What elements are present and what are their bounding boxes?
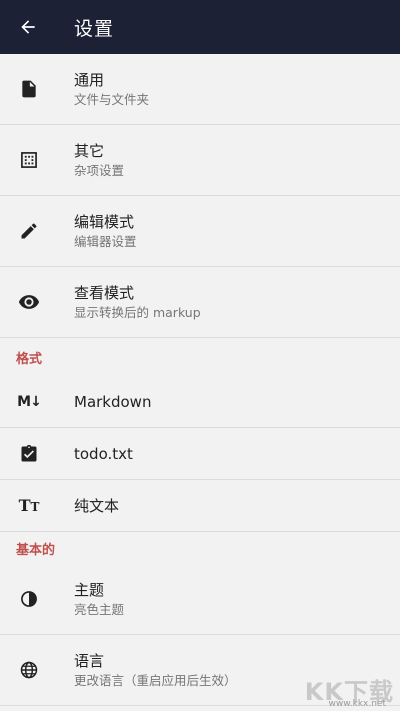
settings-item-subtitle: 文件与文件夹 [74, 91, 150, 107]
grid-dots-icon [21, 152, 37, 168]
app-bar: 设置 [0, 0, 400, 54]
settings-item-title: 其它 [74, 141, 105, 160]
settings-item-view-mode[interactable]: 查看模式 显示转换后的 markup [0, 267, 400, 338]
settings-item-title: 主题 [74, 580, 105, 599]
settings-item-subtitle: 编辑器设置 [74, 233, 137, 249]
settings-item-title: 通用 [74, 70, 105, 89]
settings-item-edit-mode[interactable]: 编辑模式 编辑器设置 [0, 196, 400, 267]
settings-item-title: todo.txt [74, 444, 133, 463]
settings-item-general[interactable]: 通用 文件与文件夹 [0, 54, 400, 125]
file-icon [22, 80, 36, 98]
settings-item-title: 纯文本 [74, 496, 120, 515]
back-button[interactable] [0, 0, 56, 54]
section-header-basic: 基本的 [16, 542, 56, 558]
settings-item-subtitle: 更改语言（重启应用后生效） [74, 672, 237, 688]
settings-item-markdown[interactable]: M↓ Markdown [0, 376, 400, 428]
section-header-formats: 格式 [16, 351, 43, 367]
globe-icon [20, 661, 38, 679]
page-title: 设置 [74, 17, 115, 40]
settings-item-title: 语言 [74, 651, 105, 670]
eye-icon [18, 295, 40, 309]
settings-item-other[interactable]: 其它 杂项设置 [0, 125, 400, 196]
settings-item-title: Markdown [74, 392, 152, 411]
settings-item-title: 编辑模式 [74, 212, 135, 231]
settings-item-plaintext[interactable]: TT 纯文本 [0, 480, 400, 532]
settings-item-subtitle: 亮色主题 [74, 601, 125, 617]
settings-item-todotxt[interactable]: todo.txt [0, 428, 400, 480]
settings-item-subtitle: 杂项设置 [74, 162, 125, 178]
pencil-icon [21, 223, 37, 239]
watermark: KK下载 www.kkx.net [305, 672, 394, 709]
settings-item-subtitle: 显示转换后的 markup [74, 304, 201, 320]
watermark-url: www.kkx.net [328, 699, 387, 709]
contrast-icon [21, 591, 37, 607]
clipboard-check-icon [21, 444, 37, 461]
text-format-icon: TT [18, 496, 40, 515]
arrow-left-icon [21, 20, 35, 34]
settings-item-title: 查看模式 [74, 283, 135, 302]
settings-item-theme[interactable]: 主题 亮色主题 [0, 564, 400, 635]
markdown-icon: M↓ [17, 393, 42, 410]
settings-list: 通用 文件与文件夹 其它 杂项设置 编辑模式 编辑器设置 查看模式 显示转换后的… [0, 54, 400, 706]
